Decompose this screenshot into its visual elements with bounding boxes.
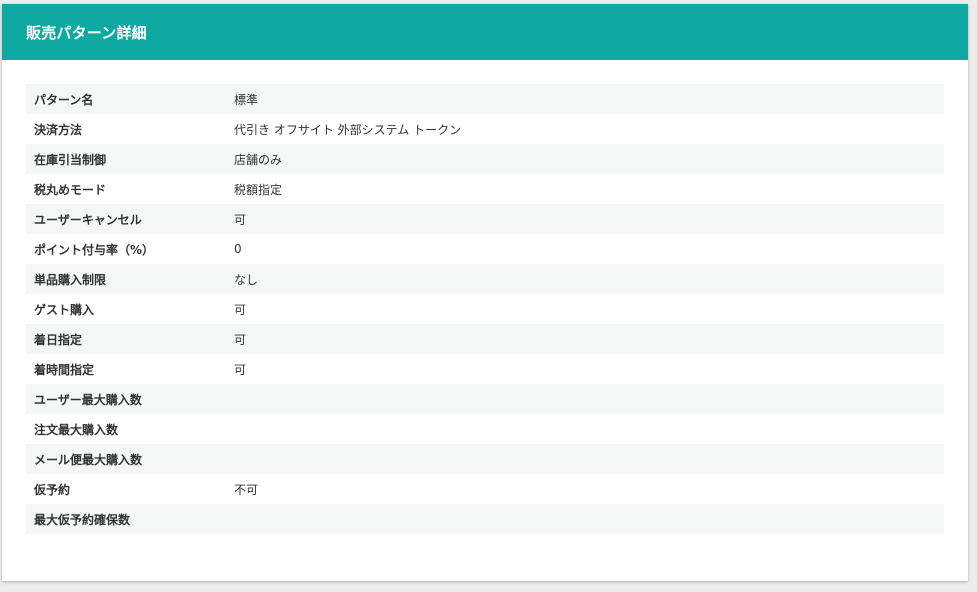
table-row: パターン名 標準 xyxy=(26,84,944,114)
row-label-single-item-limit: 単品購入制限 xyxy=(26,264,226,294)
row-label-tax-rounding: 税丸めモード xyxy=(26,174,226,204)
row-value-tax-rounding: 税額指定 xyxy=(226,174,944,204)
table-row: 税丸めモード 税額指定 xyxy=(26,174,944,204)
row-value-user-max-purchase xyxy=(226,384,944,414)
row-label-guest-purchase: ゲスト購入 xyxy=(26,294,226,324)
row-value-user-cancel: 可 xyxy=(226,204,944,234)
table-row: 決済方法 代引き オフサイト 外部システム トークン xyxy=(26,114,944,144)
table-row: 注文最大購入数 xyxy=(26,414,944,444)
row-value-stock-allocation: 店舗のみ xyxy=(226,144,944,174)
row-label-user-max-purchase: ユーザー最大購入数 xyxy=(26,384,226,414)
table-row: ユーザーキャンセル 可 xyxy=(26,204,944,234)
row-label-provisional-reservation: 仮予約 xyxy=(26,474,226,504)
row-value-delivery-date: 可 xyxy=(226,324,944,354)
row-value-order-max-purchase xyxy=(226,414,944,444)
panel-header: 販売パターン詳細 xyxy=(2,4,968,60)
row-label-delivery-time: 着時間指定 xyxy=(26,354,226,384)
row-value-point-rate: 0 xyxy=(226,234,944,264)
row-value-provisional-reservation: 不可 xyxy=(226,474,944,504)
row-label-user-cancel: ユーザーキャンセル xyxy=(26,204,226,234)
sales-pattern-detail-panel: 販売パターン詳細 パターン名 標準 決済方法 代引き オフサイト 外部システム … xyxy=(2,4,968,581)
row-value-pattern-name: 標準 xyxy=(226,84,944,114)
detail-table: パターン名 標準 決済方法 代引き オフサイト 外部システム トークン 在庫引当… xyxy=(26,84,944,534)
row-value-delivery-time: 可 xyxy=(226,354,944,384)
row-value-mail-max-purchase xyxy=(226,444,944,474)
row-value-payment-method: 代引き オフサイト 外部システム トークン xyxy=(226,114,944,144)
table-row: 着時間指定 可 xyxy=(26,354,944,384)
table-row: メール便最大購入数 xyxy=(26,444,944,474)
row-label-point-rate: ポイント付与率（%） xyxy=(26,234,226,264)
panel-title: 販売パターン詳細 xyxy=(26,23,147,42)
table-row: 仮予約 不可 xyxy=(26,474,944,504)
row-label-pattern-name: パターン名 xyxy=(26,84,226,114)
row-label-payment-method: 決済方法 xyxy=(26,114,226,144)
table-row: ポイント付与率（%） 0 xyxy=(26,234,944,264)
row-value-single-item-limit: なし xyxy=(226,264,944,294)
table-row: 単品購入制限 なし xyxy=(26,264,944,294)
row-label-stock-allocation: 在庫引当制御 xyxy=(26,144,226,174)
table-row: 在庫引当制御 店舗のみ xyxy=(26,144,944,174)
table-row: ユーザー最大購入数 xyxy=(26,384,944,414)
table-row: 最大仮予約確保数 xyxy=(26,504,944,534)
row-value-max-provisional-reservation xyxy=(226,504,944,534)
row-label-max-provisional-reservation: 最大仮予約確保数 xyxy=(26,504,226,534)
row-label-delivery-date: 着日指定 xyxy=(26,324,226,354)
table-row: 着日指定 可 xyxy=(26,324,944,354)
row-value-guest-purchase: 可 xyxy=(226,294,944,324)
row-label-mail-max-purchase: メール便最大購入数 xyxy=(26,444,226,474)
row-label-order-max-purchase: 注文最大購入数 xyxy=(26,414,226,444)
table-row: ゲスト購入 可 xyxy=(26,294,944,324)
